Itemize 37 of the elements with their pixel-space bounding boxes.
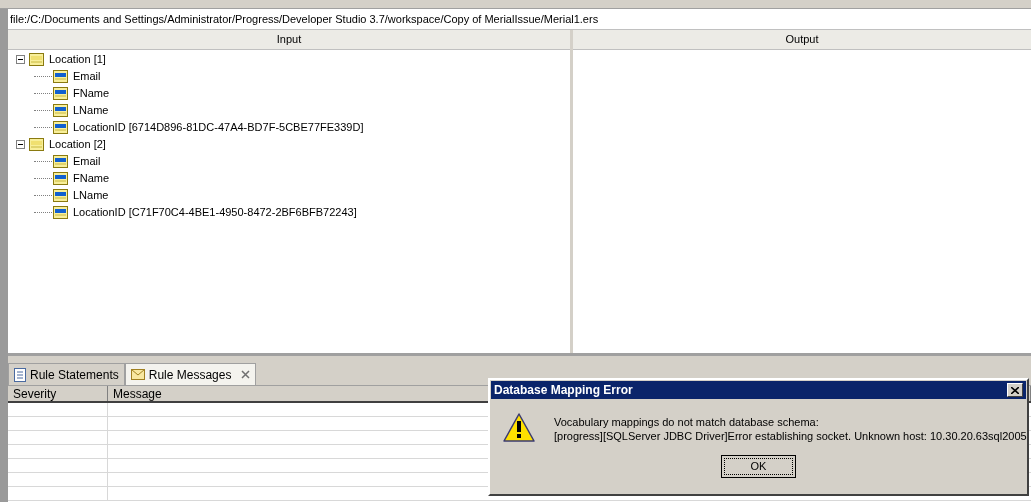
field-icon — [53, 104, 68, 117]
field-icon — [53, 206, 68, 219]
close-icon — [1011, 386, 1019, 394]
column-header: Input — [8, 30, 570, 50]
dialog-title: Database Mapping Error — [494, 382, 633, 399]
tree-item-label[interactable]: LName — [73, 187, 109, 204]
field-icon — [53, 189, 68, 202]
document-icon — [14, 367, 26, 382]
warning-icon — [503, 413, 535, 443]
field-icon — [53, 172, 68, 185]
error-message: [progress][SQLServer JDBC Driver]Error establishing socket. Unknown host: 10.30.20.63sql2005 — [554, 429, 1027, 443]
close-icon[interactable] — [241, 370, 251, 379]
tree-item-label[interactable]: FName — [73, 85, 110, 102]
tree-item-label[interactable]: Email — [73, 68, 101, 85]
column-header: Output — [573, 30, 1031, 50]
panel-tab[interactable]: Rule Messages — [124, 363, 257, 385]
tree-item-label[interactable]: Email — [73, 153, 101, 170]
tree-item-label[interactable]: Location [2] — [49, 136, 106, 153]
table-icon — [29, 53, 44, 66]
ok-button[interactable]: OK — [721, 455, 796, 478]
field-icon — [53, 87, 68, 100]
field-icon — [53, 70, 68, 83]
panel-tab[interactable]: Rule Statements — [8, 363, 125, 385]
field-icon — [53, 155, 68, 168]
close-button[interactable] — [1007, 383, 1023, 397]
error-message: Vocabulary mappings do not match database schema: — [554, 415, 820, 429]
tree-item-label[interactable]: FName — [73, 170, 110, 187]
collapse-toggle[interactable] — [16, 55, 25, 64]
tree-item-label[interactable]: LName — [73, 102, 109, 119]
column-header[interactable]: Severity — [8, 386, 108, 401]
envelope-icon — [130, 369, 145, 380]
tree-item-label[interactable]: LocationID [6714D896-81DC-47A4-BD7F-5CBE77FE339D] — [73, 119, 364, 136]
tree-item-label[interactable]: LocationID [C71F70C4-4BE1-4950-8472-2BF6BFB72243] — [73, 204, 357, 221]
table-icon — [29, 138, 44, 151]
tree-item-label[interactable]: Location [1] — [49, 51, 106, 68]
collapse-toggle[interactable] — [16, 140, 25, 149]
field-icon — [53, 121, 68, 134]
